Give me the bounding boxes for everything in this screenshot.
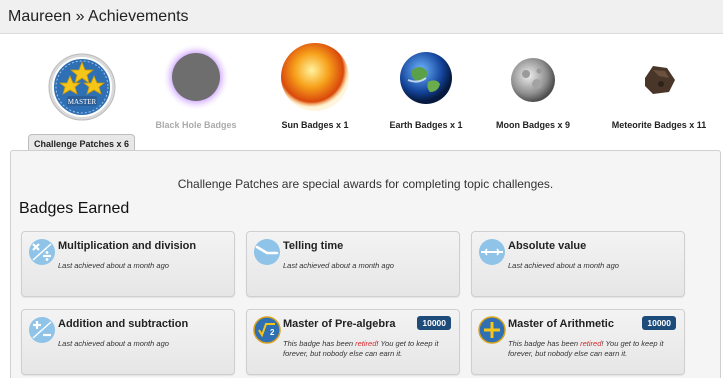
sqrt-master-icon: 2 (253, 316, 281, 344)
svg-text:MASTER: MASTER (68, 98, 97, 106)
earth-icon (398, 50, 454, 111)
badge-card-master-arithmetic[interactable]: Master of Arithmetic 10000 This badge ha… (471, 309, 685, 375)
badge-category-black-hole[interactable]: Black Hole Badges (137, 38, 255, 138)
badge-title: Master of Arithmetic (508, 318, 614, 330)
master-patch-icon: MASTER (47, 52, 117, 127)
badge-title: Absolute value (508, 240, 587, 252)
meteorite-icon (639, 60, 679, 105)
page-title: Maureen » Achievements (8, 8, 189, 25)
badge-description: Last achieved about a month ago (58, 339, 169, 348)
badges-earned-heading: Badges Earned (19, 200, 130, 217)
badge-category-meteorite[interactable]: Meteorite Badges x 11 (600, 38, 718, 138)
badge-title: Telling time (283, 240, 344, 252)
svg-text:2: 2 (270, 328, 275, 337)
badge-card-addition-subtraction[interactable]: Addition and subtraction Last achieved a… (21, 309, 235, 375)
badge-description: Last achieved about a month ago (283, 261, 394, 270)
clock-icon (253, 238, 281, 266)
plus-minus-icon (28, 316, 56, 344)
badge-description: This badge has been retired! You get to … (283, 339, 439, 358)
retired-label: retired (355, 339, 377, 348)
badge-category-label: Moon Badges x 9 (495, 120, 570, 130)
badge-category-label: Meteorite Badges x 11 (611, 120, 707, 130)
black-hole-icon (161, 42, 231, 117)
badge-category-moon[interactable]: Moon Badges x 9 (474, 38, 592, 138)
category-description: Challenge Patches are special awards for… (177, 177, 554, 191)
multiply-divide-icon (28, 238, 56, 266)
badge-category-label: Sun Badges x 1 (281, 120, 349, 130)
badge-title: Addition and subtraction (58, 318, 189, 330)
badge-description: This badge has been retired! You get to … (508, 339, 664, 358)
achievements-panel: Challenge Patches are special awards for… (10, 150, 721, 378)
badge-card-telling-time[interactable]: Telling time Last achieved about a month… (246, 231, 460, 297)
retired-label: retired (580, 339, 602, 348)
badge-title: Master of Pre-algebra (283, 318, 396, 330)
plus-master-icon (478, 316, 506, 344)
badge-description: Last achieved about a month ago (58, 261, 169, 270)
badge-category-label: Earth Badges x 1 (389, 120, 463, 130)
badge-category-challenge-patches[interactable]: MASTER (23, 38, 141, 138)
sun-icon (280, 42, 350, 117)
badge-category-label: Black Hole Badges (155, 120, 237, 130)
badge-card-master-prealgebra[interactable]: 2 Master of Pre-algebra 10000 This badge… (246, 309, 460, 375)
badge-title: Multiplication and division (58, 240, 197, 252)
badge-category-earth[interactable]: Earth Badges x 1 (367, 38, 485, 138)
points-badge: 10000 (642, 316, 676, 330)
badge-card-absolute-value[interactable]: Absolute value Last achieved about a mon… (471, 231, 685, 297)
badge-description: Last achieved about a month ago (508, 261, 619, 270)
points-badge: 10000 (417, 316, 451, 330)
moon-icon (509, 56, 557, 109)
page-header: Maureen » Achievements (0, 0, 723, 34)
badge-card-multiplication-division[interactable]: Multiplication and division Last achieve… (21, 231, 235, 297)
absolute-value-icon (478, 238, 506, 266)
badge-category-sun[interactable]: Sun Badges x 1 (256, 38, 374, 138)
